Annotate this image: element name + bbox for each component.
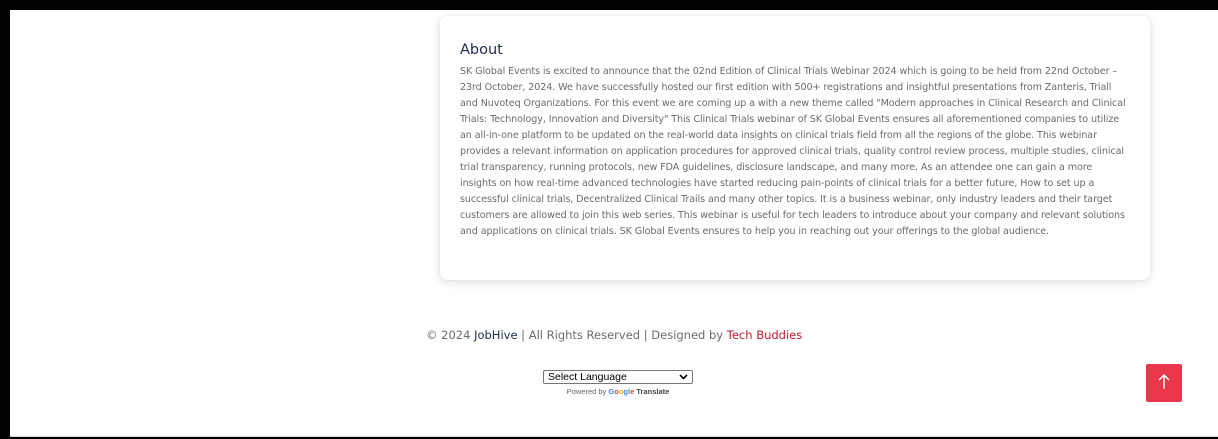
copyright-text: © 2024 [426, 328, 475, 342]
jobhive-link[interactable]: JobHive [474, 328, 517, 342]
translate-link[interactable]: Translate [636, 387, 669, 396]
language-select[interactable]: Select Language [543, 370, 693, 384]
about-title: About [460, 42, 503, 58]
rights-text: | All Rights Reserved | Designed by [517, 328, 727, 342]
arrow-up-icon [1158, 373, 1170, 393]
tech-buddies-link[interactable]: Tech Buddies [727, 328, 802, 342]
page-content: About SK Global Events is excited to ann… [10, 10, 1218, 437]
about-description: SK Global Events is excited to announce … [460, 66, 1126, 237]
powered-by-text: Powered by [566, 387, 609, 396]
google-logo[interactable]: Google [608, 387, 634, 396]
footer-copyright: © 2024 JobHive | All Rights Reserved | D… [426, 328, 802, 342]
about-card: About SK Global Events is excited to ann… [440, 16, 1150, 280]
google-translate-widget: Select Language Powered by Google Transl… [543, 370, 693, 396]
powered-by-google-translate: Powered by Google Translate [543, 387, 693, 396]
chevron-down-icon [679, 373, 688, 382]
back-to-top-button[interactable] [1146, 364, 1182, 402]
language-select-value: Select Language [548, 371, 627, 383]
